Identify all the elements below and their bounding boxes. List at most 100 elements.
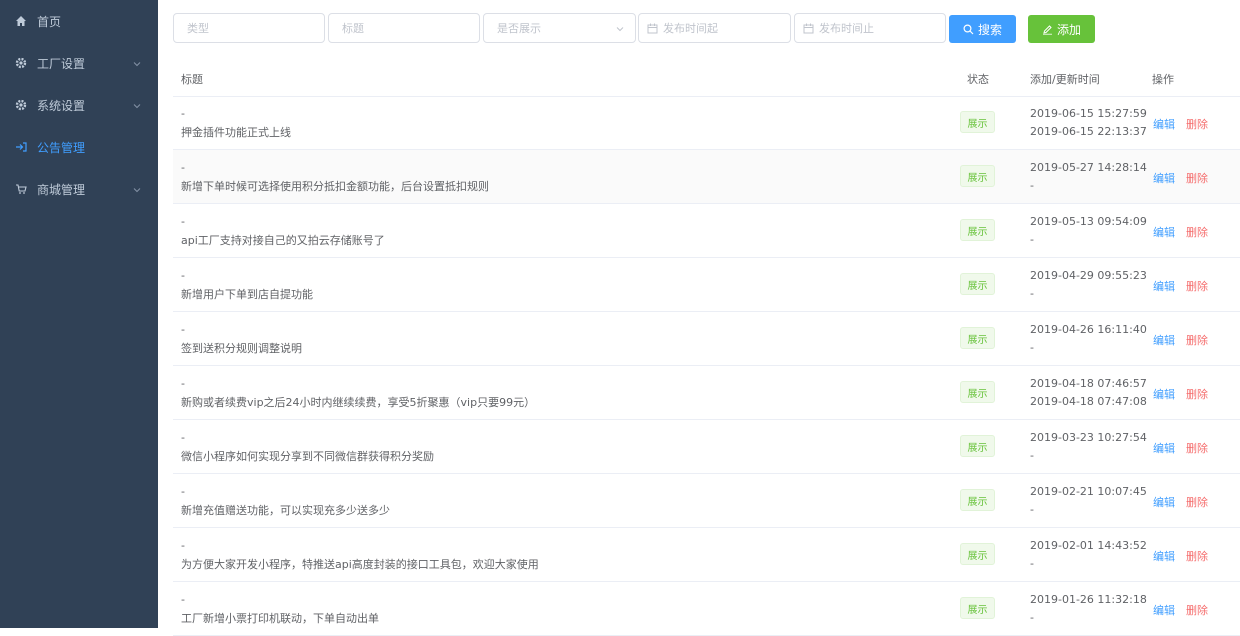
add-button-label: 添加	[1056, 22, 1081, 37]
delete-link[interactable]: 删除	[1186, 440, 1208, 456]
delete-link[interactable]: 删除	[1186, 116, 1208, 132]
row-prefix: -	[181, 107, 185, 120]
sidebar-item-label: 商城管理	[37, 182, 86, 197]
updated-time: -	[1030, 341, 1034, 354]
sidebar-item-label: 工厂设置	[37, 56, 86, 71]
date-end-picker[interactable]: 发布时间止	[794, 13, 946, 43]
sidebar-item-system-settings[interactable]: 系统设置	[0, 84, 158, 126]
edit-link[interactable]: 编辑	[1153, 278, 1175, 294]
sidebar-item-home[interactable]: 首页	[0, 0, 158, 42]
updated-time: -	[1030, 287, 1034, 300]
row-title: 新增用户下单到店自提功能	[181, 288, 313, 301]
sidebar-item-factory-settings[interactable]: 工厂设置	[0, 42, 158, 84]
table-row: - 签到送积分规则调整说明 展示 2019-04-26 16:11:40 - 编辑 删除	[173, 312, 1240, 366]
row-title: 微信小程序如何实现分享到不同微信群获得积分奖励	[181, 450, 434, 463]
type-input[interactable]: 类型	[173, 13, 325, 43]
table-row: - 新购或者续费vip之后24小时内继续续费，享受5折聚惠（vip只要99元） 展示…	[173, 366, 1240, 420]
row-prefix: -	[181, 323, 185, 336]
row-title: 工厂新增小票打印机联动，下单自动出单	[181, 612, 379, 625]
type-placeholder: 类型	[187, 22, 209, 35]
row-title: 为方便大家开发小程序，特推送api高度封装的接口工具包，欢迎大家使用	[181, 558, 539, 571]
updated-time: 2019-04-18 07:47:08	[1030, 395, 1147, 408]
header-ops: 操作	[1152, 73, 1174, 86]
header-title: 标题	[181, 73, 203, 86]
added-time: 2019-05-13 09:54:09	[1030, 215, 1147, 228]
edit-link[interactable]: 编辑	[1153, 332, 1175, 348]
title-input[interactable]: 标题	[328, 13, 480, 43]
row-title: 新增充值赠送功能，可以实现充多少送多少	[181, 504, 390, 517]
edit-link[interactable]: 编辑	[1153, 116, 1175, 132]
row-title: 新购或者续费vip之后24小时内继续续费，享受5折聚惠（vip只要99元）	[181, 396, 536, 409]
row-title: 押金插件功能正式上线	[181, 126, 291, 139]
table-row: - api工厂支持对接自己的又拍云存储账号了 展示 2019-05-13 09:54:…	[173, 204, 1240, 258]
edit-link[interactable]: 编辑	[1153, 224, 1175, 240]
status-badge: 展示	[960, 273, 995, 295]
cart-icon	[14, 182, 28, 196]
delete-link[interactable]: 删除	[1186, 602, 1208, 618]
header-time: 添加/更新时间	[1030, 73, 1100, 86]
delete-link[interactable]: 删除	[1186, 332, 1208, 348]
sidebar-item-label: 公告管理	[37, 140, 86, 155]
status-badge: 展示	[960, 327, 995, 349]
updated-time: -	[1030, 233, 1034, 246]
gear-icon	[14, 56, 28, 70]
table-row: - 新增用户下单到店自提功能 展示 2019-04-29 09:55:23 - 编辑 删除	[173, 258, 1240, 312]
added-time: 2019-03-23 10:27:54	[1030, 431, 1147, 444]
table-row: - 新增下单时候可选择使用积分抵扣金额功能，后台设置抵扣规则 展示 2019-05-2…	[173, 150, 1240, 204]
table-header: 标题 状态 添加/更新时间 操作	[173, 58, 1240, 97]
edit-link[interactable]: 编辑	[1153, 170, 1175, 186]
sidebar-item-label: 系统设置	[37, 98, 86, 113]
row-title: api工厂支持对接自己的又拍云存储账号了	[181, 234, 385, 247]
edit-link[interactable]: 编辑	[1153, 548, 1175, 564]
edit-link[interactable]: 编辑	[1153, 440, 1175, 456]
edit-pen-icon	[1042, 24, 1053, 35]
row-title: 新增下单时候可选择使用积分抵扣金额功能，后台设置抵扣规则	[181, 180, 489, 193]
chevron-down-icon	[132, 100, 142, 110]
delete-link[interactable]: 删除	[1186, 548, 1208, 564]
sidebar-item-label: 首页	[37, 14, 62, 29]
search-icon	[963, 23, 974, 35]
added-time: 2019-04-29 09:55:23	[1030, 269, 1147, 282]
status-badge: 展示	[960, 489, 995, 511]
updated-time: -	[1030, 179, 1034, 192]
delete-link[interactable]: 删除	[1186, 386, 1208, 402]
title-placeholder: 标题	[342, 22, 364, 35]
updated-time: -	[1030, 449, 1034, 462]
added-time: 2019-02-01 14:43:52	[1030, 539, 1147, 552]
row-prefix: -	[181, 593, 185, 606]
chevron-down-icon	[132, 184, 142, 194]
table-row: - 微信小程序如何实现分享到不同微信群获得积分奖励 展示 2019-03-23 10:…	[173, 420, 1240, 474]
table-row: - 押金插件功能正式上线 展示 2019-06-15 15:27:59 2019-06-…	[173, 96, 1240, 150]
show-placeholder: 是否展示	[497, 22, 541, 35]
edit-link[interactable]: 编辑	[1153, 494, 1175, 510]
status-badge: 展示	[960, 381, 995, 403]
delete-link[interactable]: 删除	[1186, 224, 1208, 240]
row-prefix: -	[181, 377, 185, 390]
search-button[interactable]: 搜索	[949, 15, 1016, 43]
home-icon	[14, 14, 28, 28]
edit-link[interactable]: 编辑	[1153, 602, 1175, 618]
search-button-label: 搜索	[977, 22, 1002, 37]
calendar-icon	[647, 23, 658, 34]
show-select[interactable]: 是否展示	[483, 13, 636, 43]
status-badge: 展示	[960, 543, 995, 565]
status-badge: 展示	[960, 219, 995, 241]
gear-icon	[14, 98, 28, 112]
sidebar-item-announcements[interactable]: 公告管理	[0, 126, 158, 168]
row-prefix: -	[181, 215, 185, 228]
delete-link[interactable]: 删除	[1186, 170, 1208, 186]
delete-link[interactable]: 删除	[1186, 278, 1208, 294]
updated-time: -	[1030, 611, 1034, 624]
status-badge: 展示	[960, 597, 995, 619]
edit-link[interactable]: 编辑	[1153, 386, 1175, 402]
row-prefix: -	[181, 431, 185, 444]
added-time: 2019-06-15 15:27:59	[1030, 107, 1147, 120]
delete-link[interactable]: 删除	[1186, 494, 1208, 510]
chevron-down-icon	[132, 58, 142, 68]
row-prefix: -	[181, 539, 185, 552]
add-button[interactable]: 添加	[1028, 15, 1095, 43]
status-badge: 展示	[960, 435, 995, 457]
date-start-picker[interactable]: 发布时间起	[638, 13, 791, 43]
sidebar-item-mall[interactable]: 商城管理	[0, 168, 158, 210]
updated-time: -	[1030, 557, 1034, 570]
